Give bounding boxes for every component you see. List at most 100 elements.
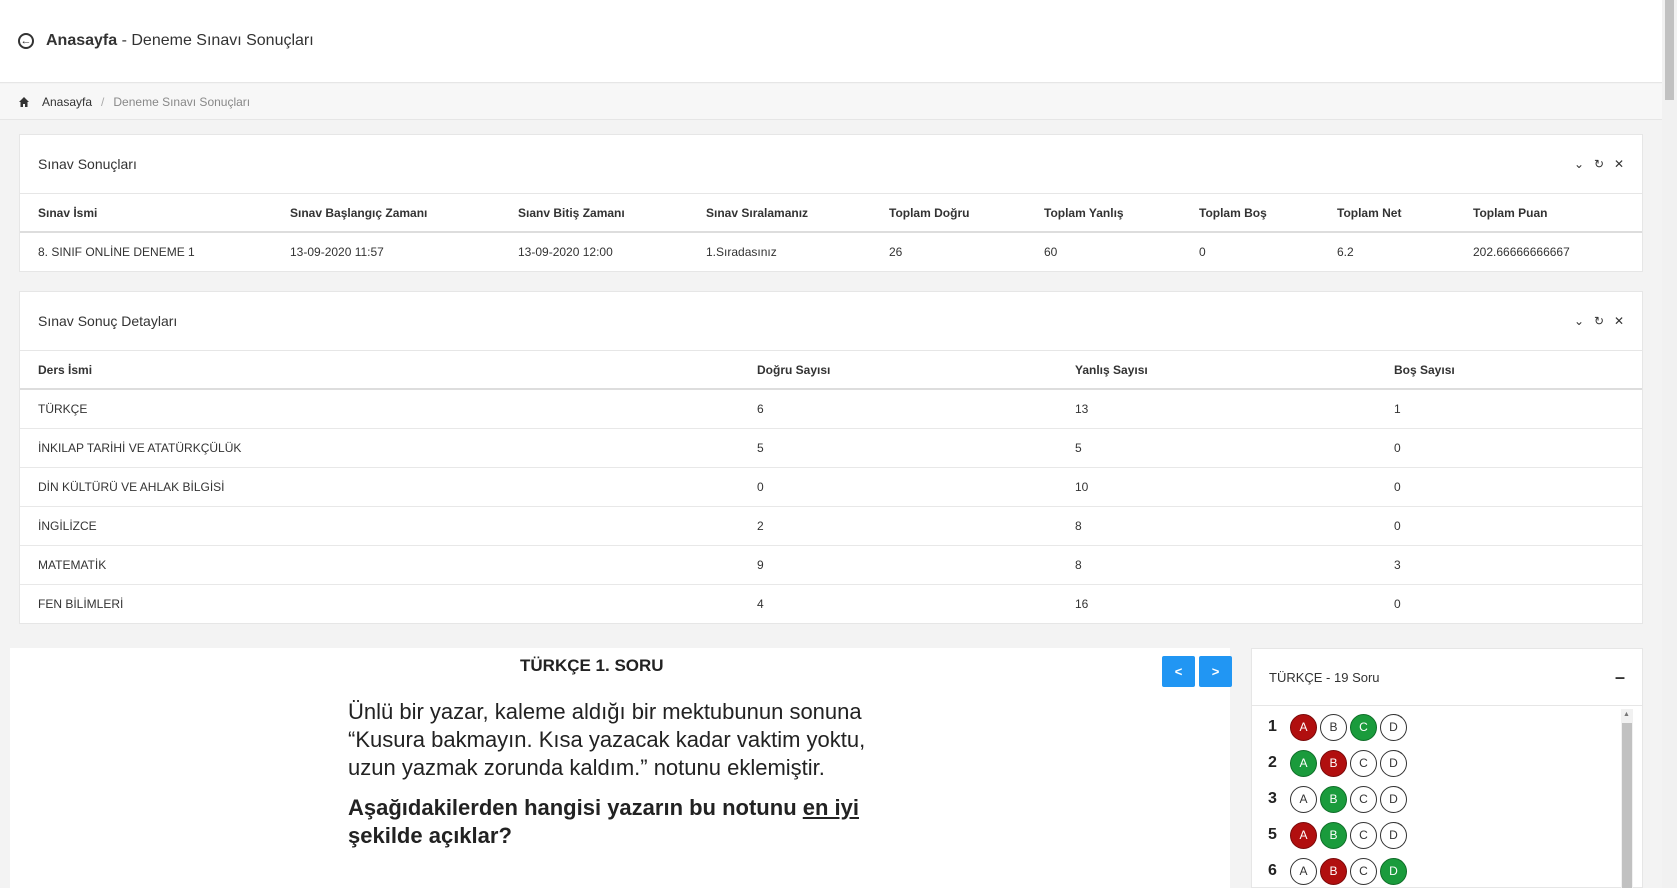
close-icon[interactable]: ✕ — [1614, 315, 1624, 327]
option-b[interactable]: B — [1320, 713, 1347, 741]
option-a[interactable]: A — [1290, 821, 1317, 849]
page-scrollbar[interactable] — [1662, 0, 1677, 888]
refresh-icon[interactable]: ↻ — [1594, 158, 1604, 170]
wrong-count-cell: 8 — [1057, 506, 1376, 546]
question-prompt: Aşağıdakilerden hangisi yazarın bu notun… — [348, 794, 888, 850]
total-wrong-cell: 60 — [1044, 245, 1058, 259]
page-scrollbar-thumb[interactable] — [1665, 0, 1674, 100]
results-col-header: Toplam Doğru — [871, 194, 1026, 233]
prev-question-button[interactable]: < — [1162, 656, 1195, 687]
option-d[interactable]: D — [1380, 857, 1407, 885]
results-col-header: Sınav Sıralamanız — [688, 194, 871, 233]
empty-count-cell: 3 — [1376, 545, 1642, 585]
option-c[interactable]: C — [1350, 857, 1377, 885]
question-number[interactable]: 2 — [1268, 754, 1290, 772]
answer-panel: TÜRKÇE - 19 Soru – 1 A B C D 2 A B C D 3… — [1251, 648, 1643, 888]
option-b[interactable]: B — [1320, 857, 1347, 885]
total-empty-cell: 0 — [1199, 245, 1206, 259]
start-time-cell: 13-09-2020 11:57 — [290, 245, 384, 259]
option-d[interactable]: D — [1380, 785, 1407, 813]
question-area: TÜRKÇE 1. SORU < > Ünlü bir yazar, kalem… — [10, 648, 1232, 888]
details-col-header: Boş Sayısı — [1376, 351, 1642, 390]
question-prompt-emphasis: en iyi — [802, 795, 859, 820]
page-title-main: Anasayfa — [46, 32, 118, 49]
option-d[interactable]: D — [1380, 749, 1407, 777]
question-paragraph: Ünlü bir yazar, kaleme aldığı bir mektub… — [348, 699, 866, 780]
table-row: İNKILAP TARİHİ VE ATATÜRKÇÜLÜK 5 5 0 — [20, 428, 1642, 468]
details-table: Ders İsmi Doğru Sayısı Yanlış Sayısı Boş… — [20, 351, 1642, 623]
close-icon[interactable]: ✕ — [1614, 158, 1624, 170]
chevron-down-icon[interactable]: ⌄ — [1574, 315, 1584, 327]
details-panel-header: Sınav Sonuç Detayları ⌄ ↻ ✕ — [20, 292, 1642, 351]
question-body: Ünlü bir yazar, kaleme aldığı bir mektub… — [348, 698, 888, 862]
table-row: DİN KÜLTÜRÜ VE AHLAK BİLGİSİ 0 10 0 — [20, 467, 1642, 507]
answer-row[interactable]: 2 A B C D — [1268, 745, 1410, 781]
breadcrumb-home-link[interactable]: Anasayfa — [42, 95, 92, 109]
answer-row[interactable]: 1 A B C D — [1268, 709, 1410, 745]
empty-count-cell: 0 — [1376, 506, 1642, 546]
results-col-header: Sıanv Bitiş Zamanı — [500, 194, 688, 233]
home-icon[interactable] — [18, 96, 30, 108]
answer-panel-title: TÜRKÇE - 19 Soru — [1269, 669, 1380, 685]
results-table: Sınav İsmi Sınav Başlangıç Zamanı Sıanv … — [20, 194, 1642, 271]
option-c[interactable]: C — [1350, 821, 1377, 849]
wrong-count-cell: 16 — [1075, 596, 1089, 611]
minimize-icon[interactable]: – — [1615, 667, 1625, 688]
table-row: İNGİLİZCE 2 8 0 — [20, 506, 1642, 546]
correct-count-cell: 2 — [739, 506, 1057, 546]
results-col-header: Toplam Net — [1319, 194, 1455, 233]
question-number[interactable]: 5 — [1268, 826, 1290, 844]
empty-count-cell: 0 — [1376, 428, 1642, 468]
answer-row[interactable]: 3 A B C D — [1268, 781, 1410, 817]
option-a[interactable]: A — [1290, 749, 1317, 777]
answer-row[interactable]: 5 A B C D — [1268, 817, 1410, 853]
details-col-header: Ders İsmi — [20, 351, 739, 390]
option-b[interactable]: B — [1320, 749, 1347, 777]
option-a[interactable]: A — [1290, 785, 1317, 813]
lesson-name-cell: FEN BİLİMLERİ — [38, 596, 124, 611]
option-c[interactable]: C — [1350, 713, 1377, 741]
answer-row[interactable]: 6 A B C D — [1268, 853, 1410, 888]
question-number[interactable]: 1 — [1268, 718, 1290, 736]
results-col-header: Sınav İsmi — [20, 194, 272, 233]
details-panel-title: Sınav Sonuç Detayları — [38, 313, 178, 329]
answer-panel-header: TÜRKÇE - 19 Soru – — [1252, 649, 1642, 706]
option-b[interactable]: B — [1320, 785, 1347, 813]
details-panel: Sınav Sonuç Detayları ⌄ ↻ ✕ Ders İsmi Do… — [19, 291, 1643, 624]
answer-list-scrollbar[interactable]: ▲ — [1621, 709, 1633, 888]
question-number[interactable]: 3 — [1268, 790, 1290, 808]
question-prompt-start: Aşağıdakilerden hangisi yazarın bu notun… — [348, 795, 803, 820]
lesson-name-cell: MATEMATİK — [20, 545, 739, 585]
chevron-down-icon[interactable]: ⌄ — [1574, 158, 1584, 170]
empty-count-cell: 0 — [1394, 596, 1401, 611]
results-col-header: Sınav Başlangıç Zamanı — [272, 194, 500, 233]
lesson-name-cell: İNKILAP TARİHİ VE ATATÜRKÇÜLÜK — [20, 428, 739, 468]
question-number[interactable]: 6 — [1268, 862, 1290, 880]
page-title: Anasayfa - Deneme Sınavı Sonuçları — [46, 32, 314, 50]
total-score-cell: 202.66666666667 — [1473, 245, 1570, 259]
option-c[interactable]: C — [1350, 785, 1377, 813]
correct-count-cell: 5 — [739, 428, 1057, 468]
option-d[interactable]: D — [1380, 821, 1407, 849]
refresh-icon[interactable]: ↻ — [1594, 315, 1604, 327]
question-title: TÜRKÇE 1. SORU — [520, 656, 664, 675]
option-a[interactable]: A — [1290, 857, 1317, 885]
wrong-count-cell: 8 — [1057, 545, 1376, 585]
details-panel-tools: ⌄ ↻ ✕ — [1574, 315, 1624, 327]
total-net-cell: 6.2 — [1337, 245, 1354, 259]
total-correct-cell: 26 — [889, 245, 903, 259]
option-d[interactable]: D — [1380, 713, 1407, 741]
back-icon[interactable]: ← — [18, 33, 34, 49]
correct-count-cell: 9 — [739, 545, 1057, 585]
rank-cell: 1.Sıradasınız — [706, 245, 777, 259]
empty-count-cell: 1 — [1376, 389, 1642, 429]
option-a[interactable]: A — [1290, 713, 1317, 741]
answer-list-scrollbar-thumb[interactable] — [1622, 723, 1632, 888]
empty-count-cell: 0 — [1376, 467, 1642, 507]
top-bar: ← Anasayfa - Deneme Sınavı Sonuçları — [0, 0, 1662, 83]
option-b[interactable]: B — [1320, 821, 1347, 849]
scroll-up-icon[interactable]: ▲ — [1623, 711, 1630, 718]
option-c[interactable]: C — [1350, 749, 1377, 777]
breadcrumb-separator: / — [101, 94, 105, 109]
next-question-button[interactable]: > — [1199, 656, 1232, 687]
